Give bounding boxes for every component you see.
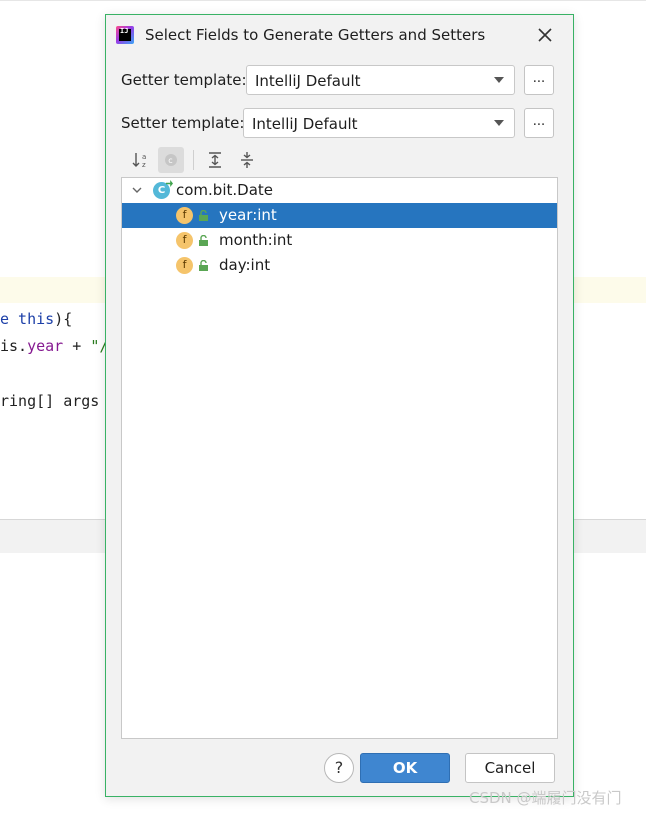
close-button[interactable] xyxy=(533,23,557,47)
code-text: ){ xyxy=(54,310,73,328)
generate-getters-setters-dialog: IJ Select Fields to Generate Getters and… xyxy=(105,14,574,797)
private-lock-icon xyxy=(199,235,208,246)
tree-field-row[interactable]: f year:int xyxy=(122,203,557,228)
watermark: CSDN @端履门没有门 xyxy=(469,789,622,807)
cancel-button[interactable]: Cancel xyxy=(465,753,555,783)
toolbar-separator xyxy=(193,150,194,170)
field-icon: f xyxy=(176,257,193,274)
dialog-title: Select Fields to Generate Getters and Se… xyxy=(145,26,486,44)
close-icon xyxy=(538,28,552,42)
field-label: month:int xyxy=(219,231,293,249)
setter-template-browse-button[interactable]: ... xyxy=(524,108,554,138)
getter-template-combo[interactable]: IntelliJ Default xyxy=(246,65,515,95)
field-label: day:int xyxy=(219,256,271,274)
class-icon: C xyxy=(153,182,170,199)
setter-template-value: IntelliJ Default xyxy=(252,115,358,133)
collapse-all-icon xyxy=(241,152,253,168)
class-filter-icon: c xyxy=(165,154,177,166)
ok-button[interactable]: OK xyxy=(360,753,450,783)
chevron-down-icon[interactable] xyxy=(132,185,142,195)
private-lock-icon xyxy=(199,210,208,221)
svg-text:z: z xyxy=(142,161,146,169)
chevron-down-icon xyxy=(494,77,504,83)
tree-root-label: com.bit.Date xyxy=(176,181,273,199)
dialog-title-bar[interactable]: IJ Select Fields to Generate Getters and… xyxy=(106,15,573,55)
tree-field-row[interactable]: f day:int xyxy=(122,253,557,278)
private-lock-icon xyxy=(199,260,208,271)
svg-text:a: a xyxy=(142,153,146,161)
code-line-2[interactable]: is.year + "/ xyxy=(0,336,108,356)
show-classes-button[interactable]: c xyxy=(158,147,184,173)
expand-all-icon xyxy=(209,152,221,168)
setter-template-combo[interactable]: IntelliJ Default xyxy=(243,108,515,138)
code-line-3[interactable]: ring[] args xyxy=(0,391,99,411)
code-keyword: e this xyxy=(0,310,55,328)
getter-template-label: Getter template: xyxy=(121,71,247,89)
code-field: year xyxy=(27,337,64,355)
field-icon: f xyxy=(176,232,193,249)
code-text: ring[] args xyxy=(0,392,100,410)
setter-template-label: Setter template: xyxy=(121,114,245,132)
screen: e this){ is.year + "/ ring[] args IJ Sel… xyxy=(0,0,646,814)
code-text: + xyxy=(63,337,91,355)
sort-alpha-icon: a z xyxy=(132,153,146,169)
getter-template-browse-button[interactable]: ... xyxy=(524,65,554,95)
chevron-down-icon xyxy=(494,120,504,126)
help-button[interactable]: ? xyxy=(324,753,354,783)
expand-all-button[interactable] xyxy=(202,147,228,173)
editor-top-border xyxy=(0,0,646,1)
tree-field-row[interactable]: f month:int xyxy=(122,228,557,253)
code-line-1[interactable]: e this){ xyxy=(0,309,72,329)
svg-text:c: c xyxy=(168,156,172,165)
intellij-app-icon-glyph: IJ xyxy=(120,27,129,35)
code-text: is. xyxy=(0,337,28,355)
sort-alphabetically-button[interactable]: a z xyxy=(128,147,154,173)
getter-template-value: IntelliJ Default xyxy=(255,72,361,90)
collapse-all-button[interactable] xyxy=(234,147,260,173)
field-icon: f xyxy=(176,207,193,224)
fields-tree[interactable]: C com.bit.Date f year:int f month:int f … xyxy=(121,177,558,739)
tree-root-row[interactable]: C com.bit.Date xyxy=(122,178,557,203)
field-label: year:int xyxy=(219,206,277,224)
